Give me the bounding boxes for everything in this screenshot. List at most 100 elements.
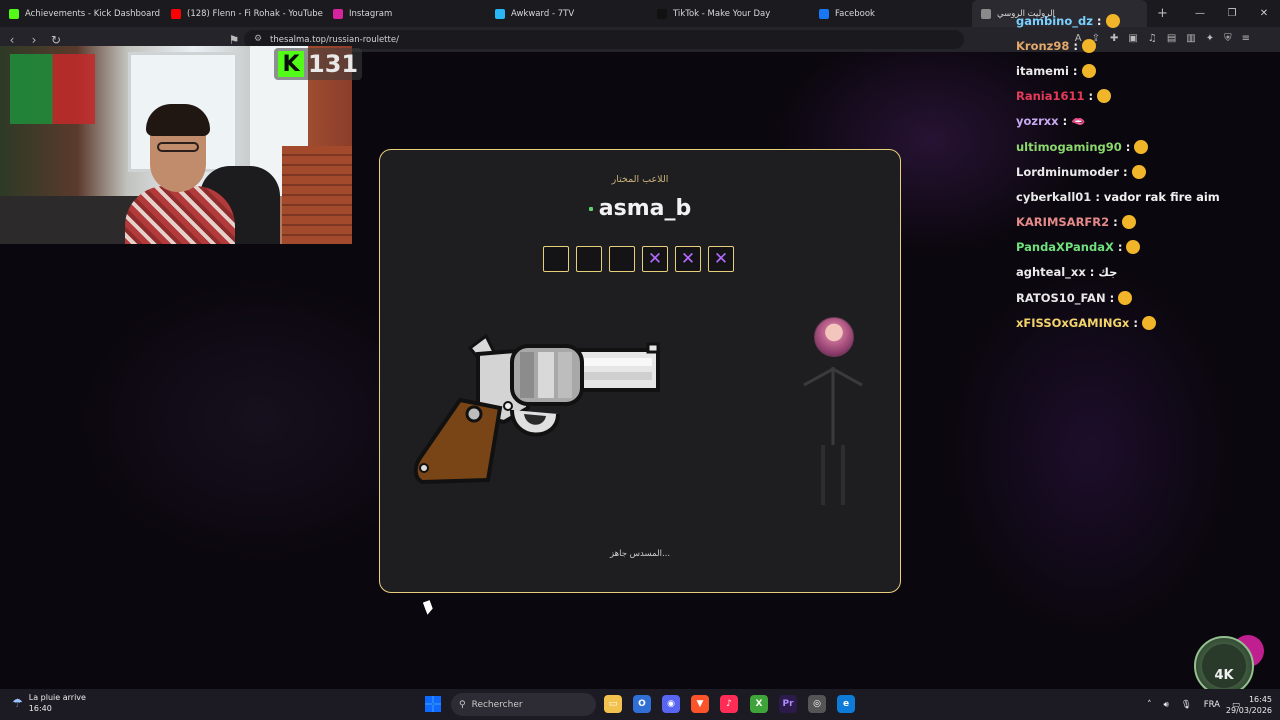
weather-widget[interactable]: ☂ La pluie arrive 16:40 (12, 692, 86, 714)
chat-username[interactable]: RATOS10_FAN (1016, 291, 1106, 305)
url-field[interactable]: ⚙ thesalma.top/russian-roulette/ (244, 30, 964, 49)
facebook-icon (819, 8, 829, 19)
search-icon: ⚲ (459, 699, 466, 710)
chat-username[interactable]: KARIMSARFR2 (1016, 215, 1109, 229)
rain-cloud-icon: ☂ (12, 696, 23, 710)
stream-chat: gambino_dz: Kronz98: itamemi: Rania1611: yoz… (1016, 8, 1276, 335)
chat-username[interactable]: cyberkall01 (1016, 190, 1091, 204)
tiktok-icon (657, 8, 667, 19)
tiktok-app-icon[interactable]: ♪ (720, 695, 738, 713)
emote-icon (1131, 164, 1146, 179)
chat-separator: : (1095, 189, 1100, 204)
chrome-icon[interactable]: ◎ (808, 695, 826, 713)
weather-title: La pluie arrive (28, 693, 86, 702)
chat-message: Lordminumoder: (1016, 159, 1276, 184)
taskbar-search[interactable]: ⚲ Rechercher (451, 693, 596, 716)
file-explorer-icon[interactable]: ▭ (604, 695, 622, 713)
windows-start-icon[interactable] (425, 696, 441, 712)
system-clock[interactable]: 16:45 29/03/2026 (1226, 694, 1272, 716)
kick-viewer-badge: K 131 (274, 48, 363, 80)
tab-label: Achievements - Kick Dashboard (25, 8, 161, 19)
chosen-player-name: asma_b (380, 196, 900, 221)
chat-message: gambino_dz: (1016, 8, 1276, 33)
tab-label: TikTok - Make Your Day (673, 8, 771, 19)
browser-tab[interactable]: Instagram (324, 0, 486, 27)
emote-icon (1081, 63, 1096, 78)
kick-icon (9, 8, 19, 19)
chat-message: yozrxx: 🫦 (1016, 109, 1276, 134)
chat-username[interactable]: xFISSOxGAMINGx (1016, 316, 1129, 330)
outlook-icon[interactable]: O (633, 695, 651, 713)
gun-status-text: المسدس جاهز... (609, 549, 671, 559)
browser-tab[interactable]: (128) Flenn - Fi Rohak - YouTube (162, 0, 324, 27)
chat-separator: : (1072, 63, 1078, 78)
premiere-icon[interactable]: Pr (779, 695, 797, 713)
microphone-icon[interactable]: 🎙︎ (1181, 700, 1192, 710)
instagram-icon (333, 8, 343, 19)
chat-text: vador rak fire aim (1103, 189, 1220, 204)
browser-tab[interactable]: TikTok - Make Your Day (648, 0, 810, 27)
viewer-count: 131 (308, 50, 359, 78)
discord-icon[interactable]: ◉ (662, 695, 680, 713)
language-indicator[interactable]: FRA (1204, 700, 1220, 710)
chat-username[interactable]: itamemi (1016, 64, 1069, 78)
streamer-shirt (125, 186, 235, 244)
chat-username[interactable]: Lordminumoder (1016, 165, 1119, 179)
chat-message: xFISSOxGAMINGx: (1016, 310, 1276, 335)
chat-message: Kronz98: (1016, 33, 1276, 58)
chat-message: Rania1611: (1016, 84, 1276, 109)
emote-icon (1121, 215, 1136, 230)
xbox-icon[interactable]: X (750, 695, 768, 713)
player-avatar (814, 317, 854, 357)
chat-separator: : (1123, 164, 1128, 179)
online-indicator-icon (588, 207, 593, 211)
tab-label: Instagram (349, 8, 393, 19)
emote-icon (1134, 139, 1149, 154)
chevron-up-icon[interactable]: ˄ (1147, 700, 1151, 710)
youtube-icon (171, 8, 181, 19)
tab-label: Awkward - 7TV (511, 8, 575, 19)
chat-username[interactable]: Rania1611 (1016, 89, 1085, 103)
edge-icon[interactable]: e (837, 695, 855, 713)
chat-username[interactable]: gambino_dz (1016, 14, 1093, 28)
streamer-logo: 4K (1194, 636, 1254, 696)
bookmark-icon[interactable]: ⚑ (224, 33, 244, 47)
logo-text: 4K (1214, 667, 1234, 683)
chat-separator: : (1125, 139, 1131, 154)
url-text: thesalma.top/russian-roulette/ (270, 34, 399, 45)
volume-icon[interactable]: 🔊︎ (1164, 700, 1169, 710)
back-icon[interactable]: ‹ (2, 33, 22, 47)
chat-username[interactable]: ultimogaming90 (1016, 140, 1122, 154)
tab-label: Facebook (835, 8, 875, 19)
streamer-glasses (157, 142, 199, 152)
brave-icon[interactable]: ▼ (691, 695, 709, 713)
browser-tab[interactable]: Achievements - Kick Dashboard (0, 0, 162, 27)
weather-time: 16:40 (28, 704, 52, 713)
chat-separator: : (1117, 240, 1123, 255)
chat-separator: : (1089, 265, 1095, 280)
stick-figure-icon (803, 367, 863, 505)
chat-message: cyberkall01: vador rak fire aim (1016, 184, 1276, 209)
chat-text: جك (1098, 265, 1118, 280)
chat-username[interactable]: PandaXPandaX (1016, 240, 1114, 254)
chat-message: aghteal_xx: جك (1016, 260, 1276, 285)
chamber-empty (576, 246, 602, 272)
chat-message: RATOS10_FAN: (1016, 285, 1276, 310)
chat-separator: : (1133, 315, 1138, 330)
chat-separator: : (1113, 215, 1118, 230)
chat-message: itamemi: (1016, 58, 1276, 83)
emote-icon (1097, 89, 1112, 104)
chat-username[interactable]: yozrxx (1016, 114, 1059, 128)
browser-tab[interactable]: Facebook (810, 0, 972, 27)
chat-separator: : (1073, 38, 1078, 53)
chat-text: 🫦 (1071, 114, 1086, 129)
chat-username[interactable]: aghteal_xx (1016, 265, 1086, 279)
forward-icon[interactable]: › (24, 33, 44, 47)
reload-icon[interactable]: ↻ (46, 33, 66, 47)
chat-username[interactable]: Kronz98 (1016, 39, 1069, 53)
7tv-icon (495, 8, 505, 19)
chamber-used: ✕ (708, 246, 734, 272)
roulette-game-card: اللاعب المختار asma_b ✕ ✕ ✕ المسدس جاهز.… (379, 149, 901, 593)
site-info-icon[interactable]: ⚙ (254, 34, 262, 44)
browser-tab[interactable]: Awkward - 7TV (486, 0, 648, 27)
